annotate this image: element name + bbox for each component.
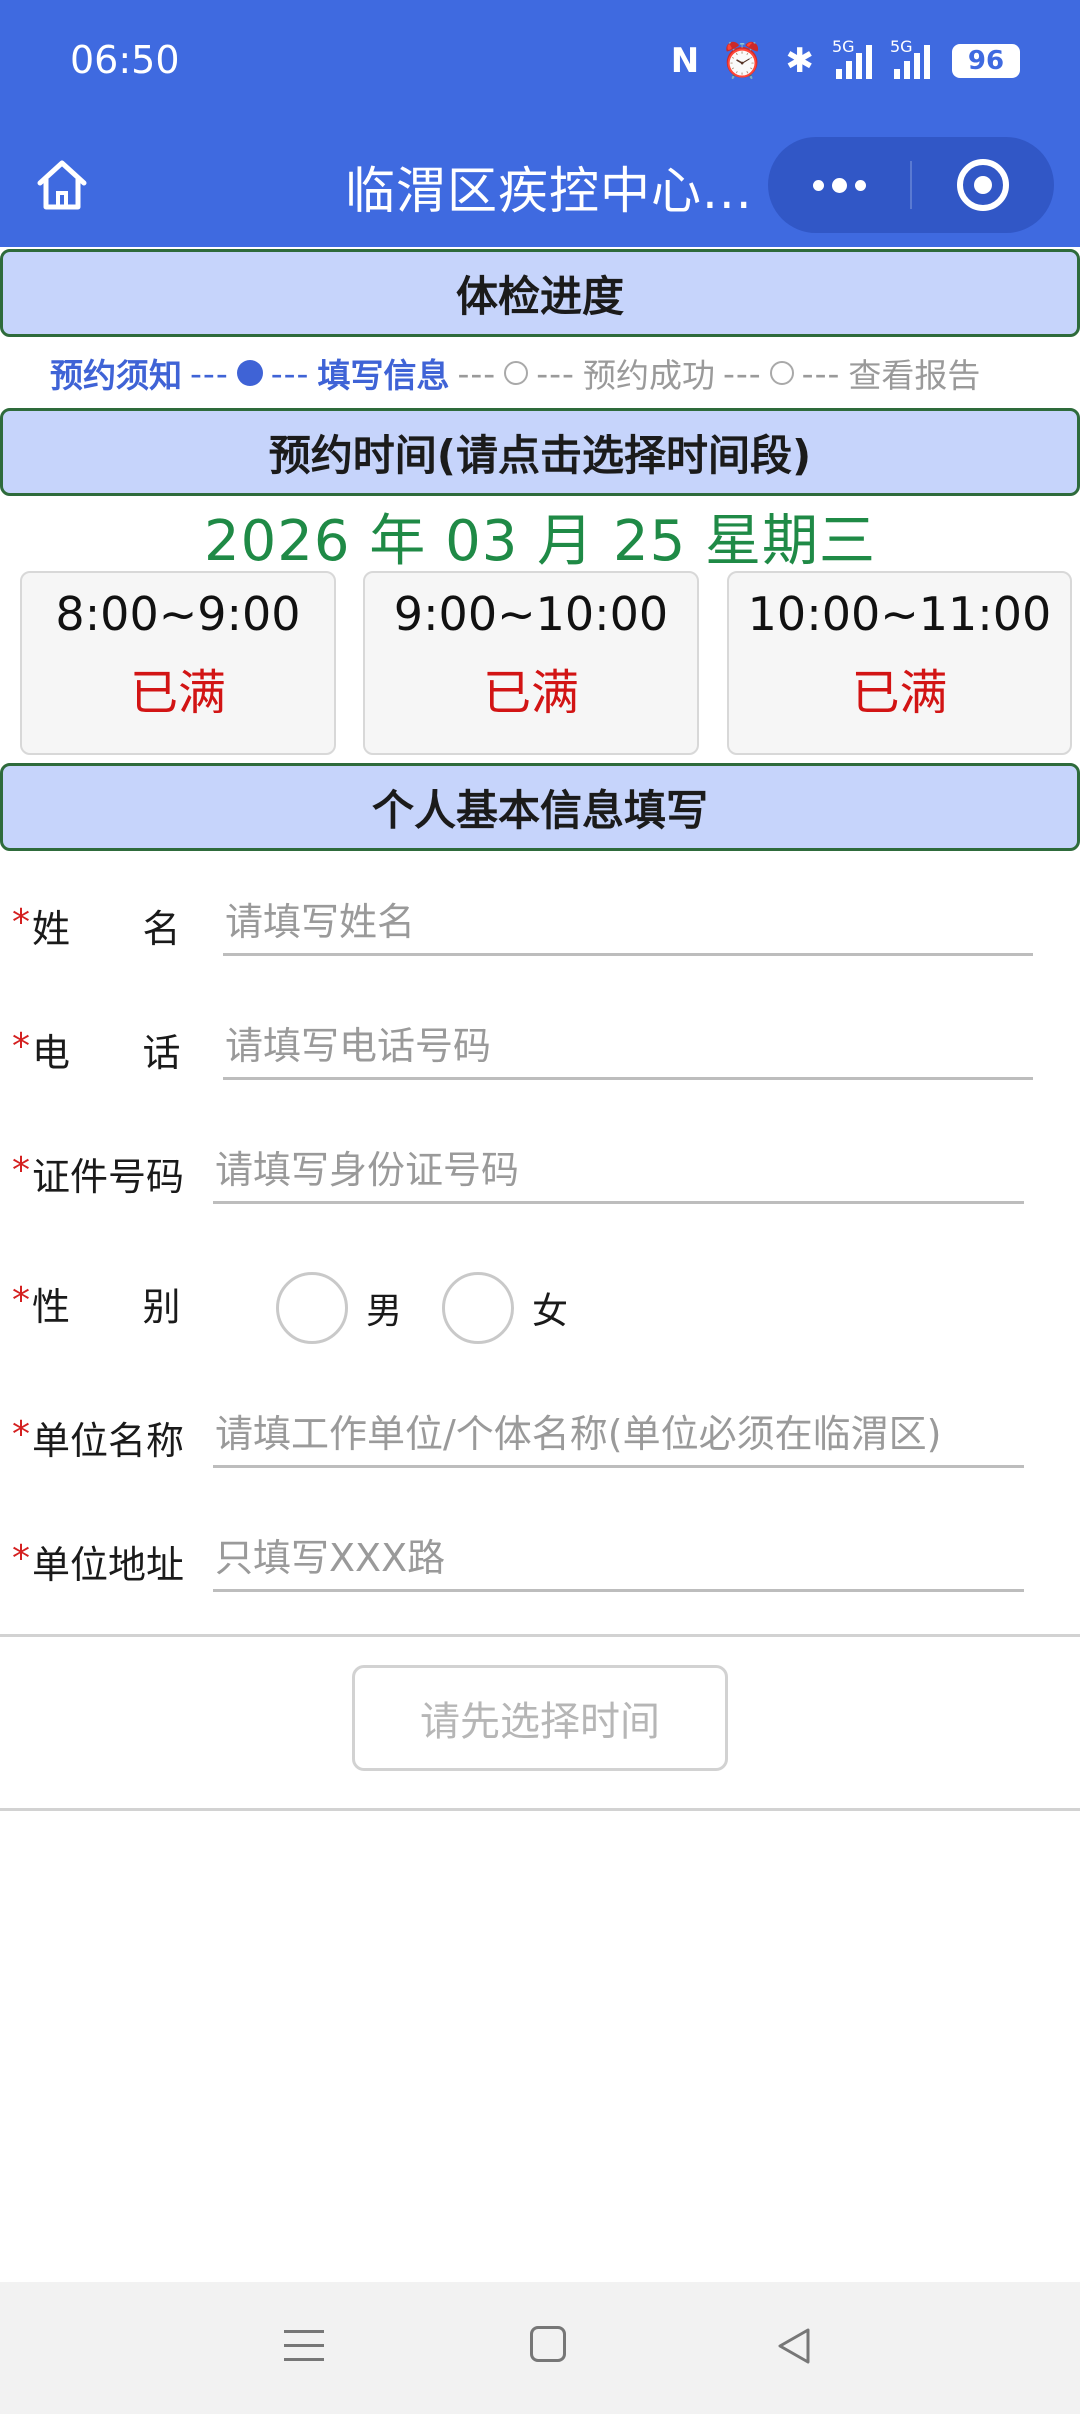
status-bar: 06:50 N ⏰ ✱ 5G 5G 96 [0,0,1080,125]
home-button[interactable] [32,155,92,215]
nfc-icon: N [670,41,700,81]
progress-steps: 预约须知 --- --- 填写信息 --- --- 预约成功 --- --- 查… [50,348,1060,398]
required-mark: * [12,1280,30,1321]
appointment-date: 2026 年 03 月 25 星期三 [203,509,877,574]
more-icon-dot [831,177,847,193]
gender-option-female[interactable]: 女 [442,1272,568,1344]
required-mark: * [12,1026,30,1067]
id-number-input[interactable] [213,1138,1024,1204]
bluetooth-icon: ✱ [785,41,815,81]
radio-male[interactable] [276,1272,348,1344]
phone-label: 电 话 [32,1031,181,1075]
step-connector: --- [457,353,497,393]
name-input[interactable] [223,890,1033,956]
step-connector: --- [536,353,575,393]
name-row: * 姓 名 [0,880,1080,980]
gender-label: 性 别 [32,1285,181,1329]
time-slot-status: 已满 [851,665,948,721]
name-label: 姓 名 [32,907,181,951]
page-title: 临渭区疾控中心... [345,162,753,220]
step-dot-active [236,360,263,386]
step-connector: --- [270,353,310,393]
signal-icon-2: 5G [890,37,930,79]
time-slot-status: 已满 [482,665,579,721]
address-row: * 单位地址 [0,1516,1080,1616]
nav-bar: 临渭区疾控中心... [0,125,1080,247]
time-header: 预约时间(请点击选择时间段) [0,408,1080,496]
system-back-button[interactable] [774,2324,814,2368]
status-time: 06:50 [70,38,180,82]
address-input[interactable] [213,1526,1024,1592]
step-connector: --- [722,353,762,393]
time-slot-range: 10:00~11:00 [747,587,1052,641]
step-dot-inactive [504,361,529,385]
network-type-1: 5G [832,37,855,56]
battery-icon: 96 [952,44,1020,78]
more-button[interactable] [768,137,910,233]
time-slot-status: 已满 [129,665,226,721]
gender-option-male[interactable]: 男 [276,1272,402,1344]
alarm-icon: ⏰ [721,41,764,81]
company-input[interactable] [213,1402,1024,1468]
gender-radio-group: 男 女 [276,1258,608,1358]
step-connector: --- [190,353,229,393]
step-connector: --- [801,353,841,393]
required-mark: * [12,1150,30,1191]
time-slot-range: 8:00~9:00 [55,587,301,641]
time-slot[interactable]: 9:00~10:00 已满 [363,571,699,755]
step-report: 查看报告 [848,356,981,395]
recent-apps-button[interactable] [284,2324,324,2368]
home-icon [37,160,87,210]
back-triangle-icon [778,2328,810,2364]
bottom-divider [0,1808,1080,1811]
status-icons: N ⏰ ✱ 5G 5G 96 [671,36,1020,86]
radio-female[interactable] [442,1272,515,1344]
signal-icon-1: 5G [832,37,872,79]
target-icon [957,159,1009,211]
phone-input[interactable] [223,1014,1033,1080]
company-row: * 单位名称 [0,1392,1080,1492]
radio-male-label: 男 [366,1291,403,1332]
time-slot-range: 9:00~10:00 [393,587,669,641]
required-mark: * [12,1414,30,1455]
system-home-button[interactable] [530,2326,566,2362]
form-divider [0,1634,1080,1637]
time-slot[interactable]: 8:00~9:00 已满 [20,571,336,755]
step-notice: 预约须知 [50,356,182,395]
required-mark: * [12,1538,30,1579]
more-icon [812,179,824,191]
required-mark: * [12,902,30,943]
app-root: 06:50 N ⏰ ✱ 5G 5G 96 临渭区疾控中心... 体检进度 预约须… [0,0,1080,2414]
address-label: 单位地址 [32,1543,185,1587]
step-fill-info: 填写信息 [317,356,450,395]
step-success: 预约成功 [582,356,715,395]
step-dot-inactive [769,361,794,385]
submit-button[interactable]: 请先选择时间 [352,1665,728,1771]
phone-row: * 电 话 [0,1004,1080,1104]
more-icon-dot [854,179,866,191]
miniprogram-capsule [768,137,1054,233]
info-header: 个人基本信息填写 [0,763,1080,851]
company-label: 单位名称 [32,1419,185,1463]
system-nav-bar [0,2282,1080,2414]
network-type-2: 5G [890,37,913,56]
close-button[interactable] [912,137,1054,233]
time-slot[interactable]: 10:00~11:00 已满 [727,571,1072,755]
radio-female-label: 女 [532,1291,569,1332]
id-row: * 证件号码 [0,1128,1080,1228]
progress-header: 体检进度 [0,249,1080,337]
id-label: 证件号码 [32,1155,185,1199]
gender-row: * 性 别 男 女 [0,1258,1080,1358]
